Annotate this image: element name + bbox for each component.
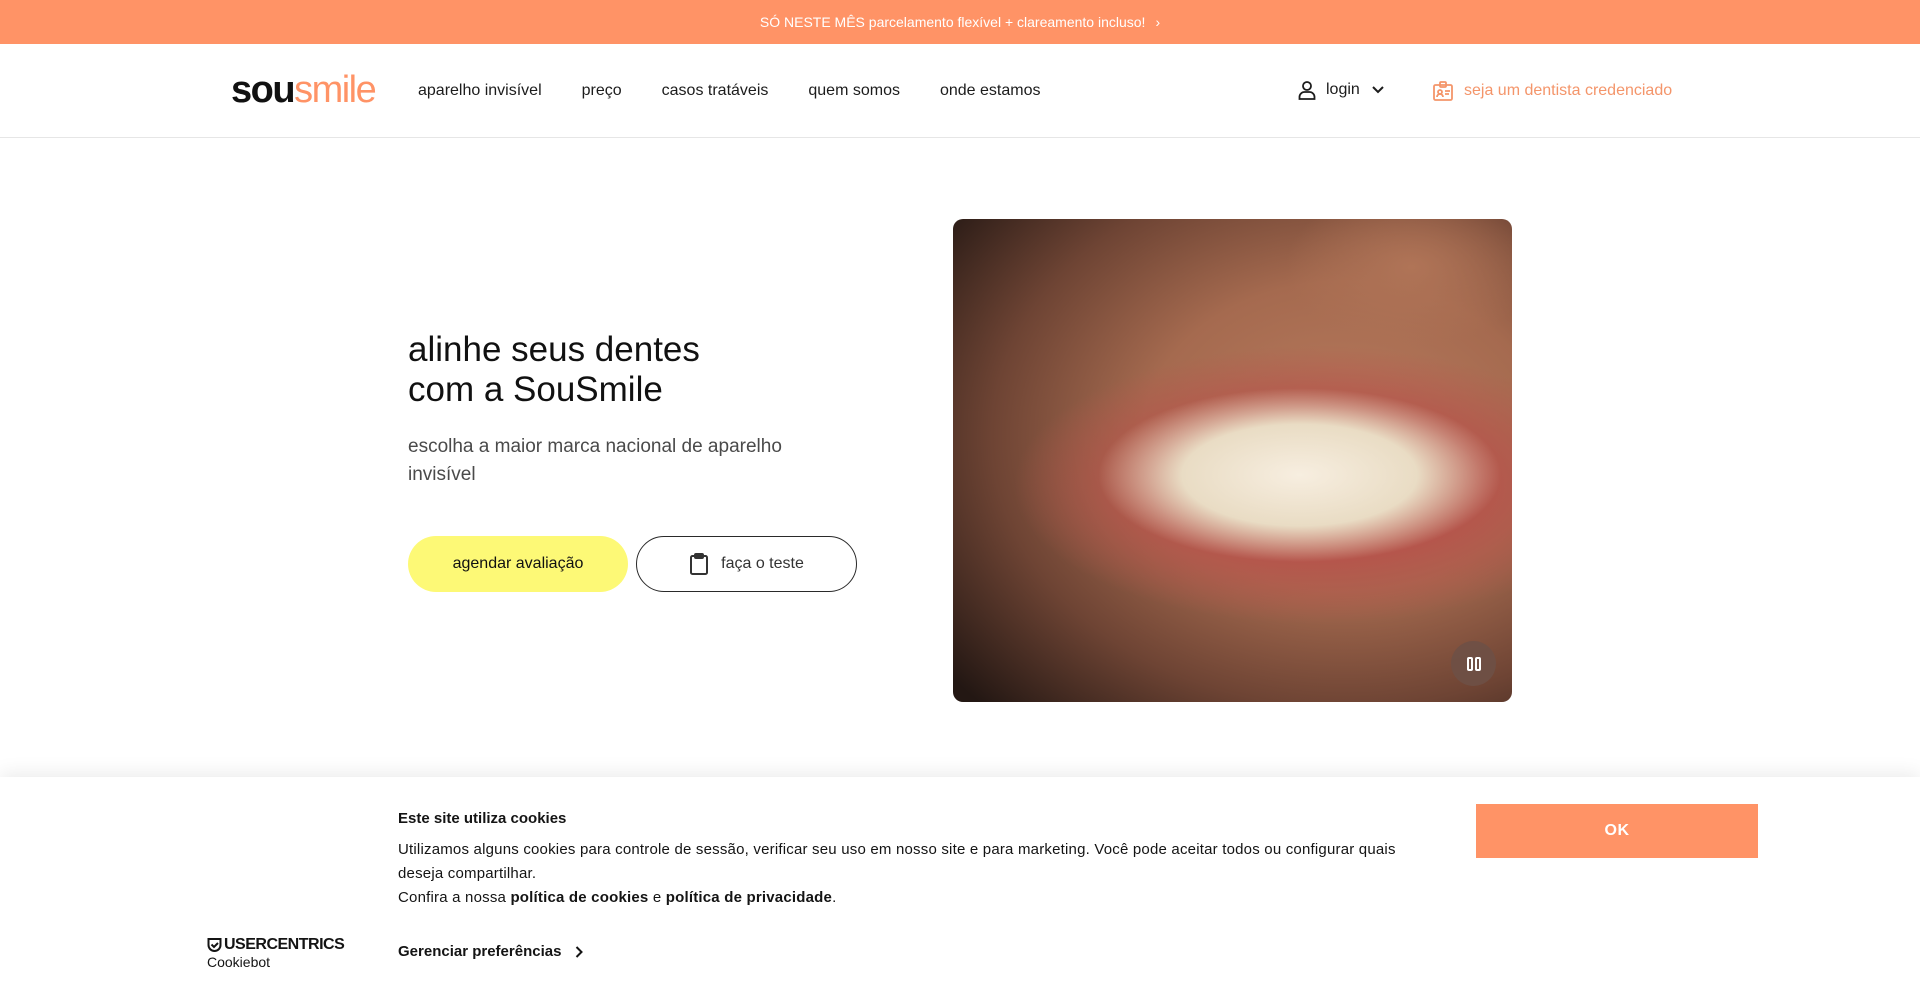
usercentrics-brand: USERCENTRICS bbox=[224, 936, 345, 953]
cookie-ok-button[interactable]: OK bbox=[1476, 804, 1758, 858]
cookie-title: Este site utiliza cookies bbox=[398, 810, 567, 827]
cookie-text-line1: Utilizamos alguns cookies para controle … bbox=[398, 841, 1396, 882]
hero-video[interactable] bbox=[953, 219, 1512, 702]
promo-bar[interactable]: SÓ NESTE MÊS parcelamento flexível + cla… bbox=[0, 0, 1920, 44]
usercentrics-logo: USERCENTRICS Cookiebot bbox=[207, 936, 345, 970]
cookie-text-suffix: . bbox=[832, 889, 837, 906]
nav-aparelho-invisivel[interactable]: aparelho invisível bbox=[418, 81, 542, 101]
clipboard-icon bbox=[690, 553, 709, 575]
shield-icon bbox=[207, 938, 222, 952]
hero-title-line1: alinhe seus dentes bbox=[408, 330, 700, 369]
logo-smile: smile bbox=[294, 69, 377, 111]
hero-title: alinhe seus dentes com a SouSmile bbox=[408, 330, 828, 410]
login-dropdown[interactable]: login bbox=[1298, 80, 1394, 100]
cookie-policy-link[interactable]: política de cookies bbox=[510, 889, 648, 906]
login-label: login bbox=[1326, 81, 1360, 98]
manage-preferences-link[interactable]: Gerenciar preferências bbox=[398, 943, 584, 960]
cookie-text: Utilizamos alguns cookies para controle … bbox=[398, 838, 1408, 910]
nav-quem-somos[interactable]: quem somos bbox=[808, 81, 900, 101]
nav-onde-estamos[interactable]: onde estamos bbox=[940, 81, 1041, 101]
cookie-text-prefix: Confira a nossa bbox=[398, 889, 511, 906]
privacy-policy-link[interactable]: política de privacidade bbox=[666, 889, 832, 906]
main-nav: aparelho invisível preço casos tratáveis… bbox=[418, 81, 1080, 101]
dentist-credential-link[interactable]: seja um dentista credenciado bbox=[1432, 80, 1672, 102]
promo-text[interactable]: SÓ NESTE MÊS parcelamento flexível + cla… bbox=[760, 14, 1146, 30]
hero-title-line2: com a SouSmile bbox=[408, 370, 663, 409]
navbar: sousmile aparelho invisível preço casos … bbox=[0, 44, 1920, 138]
user-icon bbox=[1298, 81, 1316, 100]
chevron-right-icon: › bbox=[1155, 14, 1161, 30]
cookiebot-label: Cookiebot bbox=[207, 954, 271, 970]
schedule-evaluation-button[interactable]: agendar avaliação bbox=[408, 536, 628, 592]
cookie-text-and: e bbox=[648, 889, 666, 906]
nav-casos-trataveis[interactable]: casos tratáveis bbox=[662, 81, 769, 101]
hero-subtitle: escolha a maior marca nacional de aparel… bbox=[408, 436, 782, 485]
manage-preferences-label: Gerenciar preferências bbox=[398, 943, 562, 960]
dentist-label: seja um dentista credenciado bbox=[1464, 82, 1673, 99]
logo[interactable]: sousmile bbox=[231, 69, 377, 111]
take-test-button[interactable]: faça o teste bbox=[636, 536, 857, 592]
take-test-label: faça o teste bbox=[721, 555, 804, 572]
pause-icon bbox=[1466, 656, 1481, 671]
id-card-icon bbox=[1433, 81, 1453, 101]
nav-preco[interactable]: preço bbox=[582, 81, 622, 101]
logo-sou: sou bbox=[231, 69, 296, 111]
chevron-right-icon bbox=[576, 945, 584, 958]
pause-video-button[interactable] bbox=[1451, 641, 1496, 686]
chevron-down-icon bbox=[1372, 86, 1384, 94]
